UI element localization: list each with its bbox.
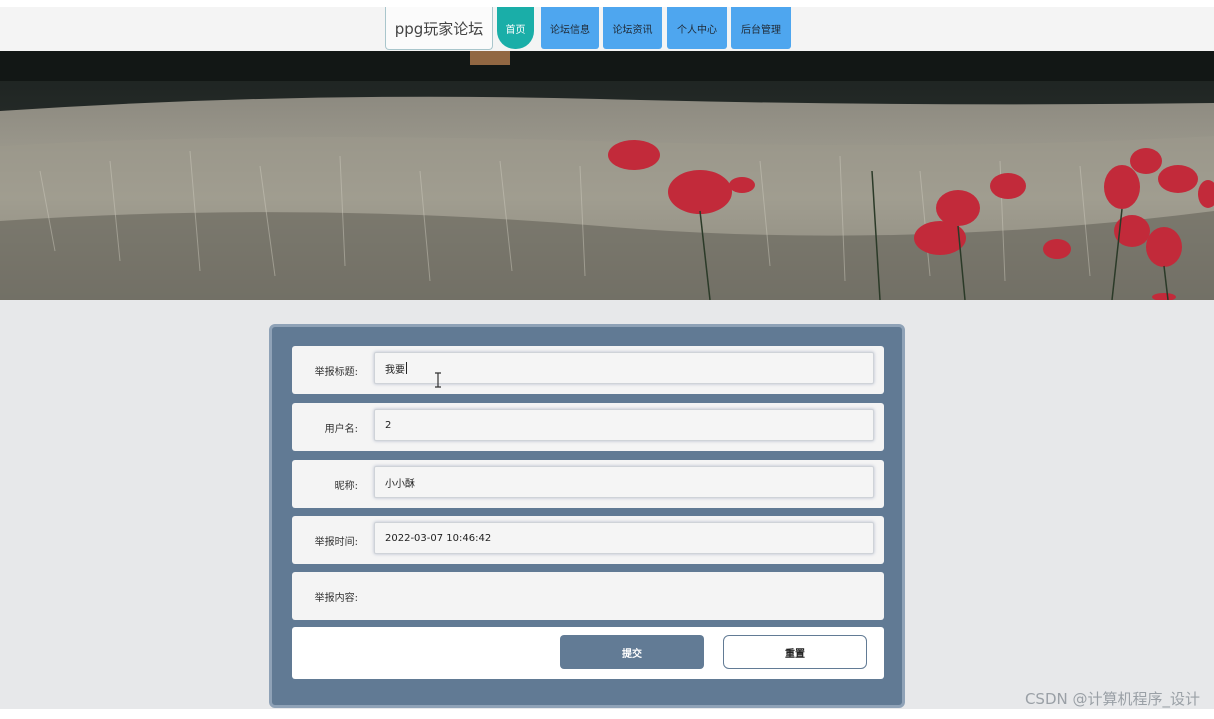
watermark: CSDN @计算机程序_设计 — [1024, 690, 1200, 708]
nav-admin[interactable]: 后台管理 — [731, 7, 791, 49]
nickname-label: 昵称: — [334, 480, 358, 492]
report-title-row: 举报标题: 我要 — [292, 346, 884, 394]
nav-home[interactable]: 首页 — [497, 7, 534, 49]
report-time-row: 举报时间: 2022-03-07 10:46:42 — [292, 516, 884, 564]
report-form: 举报标题: 我要 用户名: 2 昵称: 小小酥 举报时间: 2022-03-07… — [269, 324, 905, 708]
banner-image — [0, 51, 1214, 300]
username-label: 用户名: — [324, 423, 358, 435]
report-content-label: 举报内容: — [314, 592, 358, 604]
report-time-input[interactable]: 2022-03-07 10:46:42 — [374, 522, 874, 554]
report-title-input[interactable]: 我要 — [374, 352, 874, 384]
text-cursor-icon — [435, 372, 441, 388]
report-content-row[interactable]: 举报内容: — [292, 572, 884, 620]
reset-button[interactable]: 重置 — [723, 635, 867, 669]
nickname-value: 小小酥 — [385, 478, 415, 490]
nav-forum-news[interactable]: 论坛资讯 — [603, 7, 662, 49]
report-title-label: 举报标题: — [314, 366, 358, 378]
nickname-row: 昵称: 小小酥 — [292, 460, 884, 508]
report-time-value: 2022-03-07 10:46:42 — [385, 532, 492, 544]
nav-forum-info[interactable]: 论坛信息 — [541, 7, 599, 49]
report-time-label: 举报时间: — [314, 536, 358, 548]
username-input[interactable]: 2 — [374, 409, 874, 441]
report-title-value: 我要 — [385, 364, 405, 376]
username-value: 2 — [385, 419, 392, 431]
page: ppg玩家论坛 首页 论坛信息 论坛资讯 个人中心 后台管理 举报标题: 我要 … — [0, 0, 1214, 719]
username-row: 用户名: 2 — [292, 403, 884, 451]
text-caret — [406, 362, 407, 374]
bottom-strip — [0, 709, 1214, 719]
nickname-input[interactable]: 小小酥 — [374, 466, 874, 498]
top-strip — [0, 0, 1214, 7]
form-actions: 提交 重置 — [292, 627, 884, 679]
submit-button[interactable]: 提交 — [560, 635, 704, 669]
nav-personal-center[interactable]: 个人中心 — [667, 7, 727, 49]
site-brand[interactable]: ppg玩家论坛 — [385, 7, 493, 50]
navbar: ppg玩家论坛 首页 论坛信息 论坛资讯 个人中心 后台管理 — [0, 7, 1214, 52]
